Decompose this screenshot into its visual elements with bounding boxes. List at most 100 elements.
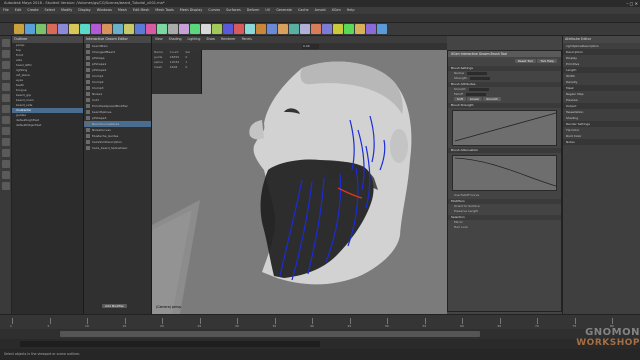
menu-item[interactable]: XGen [332,8,341,12]
shelf-tool-icon[interactable] [36,24,46,34]
strength-curve[interactable] [452,110,557,146]
shelf-tool-icon[interactable] [234,24,244,34]
linear-button[interactable]: Linear [466,97,483,101]
timeline[interactable]: 1 5 10 15 20 25 30 35 40 45 50 55 60 65 70 75 80 [0,314,640,329]
menu-item[interactable]: Select [45,8,55,12]
tool-icon[interactable] [2,182,10,190]
strength-row[interactable]: Strength [448,76,561,81]
viewport-menu[interactable]: View Shading Lighting Show Renderer Panels [152,36,447,43]
preserve-length-row[interactable]: Preserve Length [448,209,561,214]
hair-lock-row[interactable]: Hair Lock [448,225,561,230]
shelf-tool-icon[interactable] [245,24,255,34]
menu-item[interactable]: Curves [208,8,220,12]
shelf-tool-icon[interactable] [289,24,299,34]
viewport-menu-item[interactable]: Panels [242,37,252,41]
shelf-tool-icon[interactable] [80,24,90,34]
viewport-menu-item[interactable]: Show [206,37,215,41]
viewport-menu-item[interactable]: Renderer [221,37,236,41]
tool-icon[interactable] [2,127,10,135]
viewport[interactable]: View Shading Lighting Show Renderer Panels 0.… [152,36,447,314]
menu-item[interactable]: Deform [247,8,260,12]
shelf-tool-icon[interactable] [223,24,233,34]
shelf-tool-icon[interactable] [311,24,321,34]
command-line[interactable] [0,339,640,349]
shelf-tool-icon[interactable] [179,24,189,34]
menu-item[interactable]: Edit Mesh [133,8,150,12]
shelf-tool-icon[interactable] [113,24,123,34]
shelf-tool-icon[interactable] [366,24,376,34]
menu-item[interactable]: Generate [276,8,292,12]
smooth-field[interactable] [468,87,489,91]
shelf-tool-icon[interactable] [135,24,145,34]
shelf-tool-icon[interactable] [256,24,266,34]
range-bar[interactable] [60,331,480,337]
section-brush-attenuation[interactable]: Brush Attenuation [448,148,561,153]
section-brush-strength[interactable]: Brush Strength [448,103,561,108]
shelf-tool-icon[interactable] [25,24,35,34]
tool-icon[interactable] [2,116,10,124]
shelf-tool-icon[interactable] [333,24,343,34]
tool-icon[interactable] [2,72,10,80]
shelf-tabs[interactable] [0,14,640,23]
shelf-tool-icon[interactable] [190,24,200,34]
range-slider[interactable] [0,329,640,339]
radius-field[interactable] [467,71,488,75]
reset-tool-button[interactable]: Reset Tool [514,59,537,63]
shelf-tool-icon[interactable] [157,24,167,34]
viewport-menu-item[interactable]: Lighting [188,37,201,41]
shelf-tool-icon[interactable] [91,24,101,34]
tool-icon[interactable] [2,61,10,69]
tool-icon[interactable] [2,50,10,58]
viewport-menu-item[interactable]: Shading [169,37,182,41]
shelf-tool-icon[interactable] [168,24,178,34]
falloff-presets[interactable]: Soft Linear Smooth [448,97,561,102]
shelf-tool-icon[interactable] [344,24,354,34]
menu-item[interactable]: UV [265,8,270,12]
menu-item[interactable]: Create [27,8,38,12]
menu-item[interactable]: Arnold [315,8,326,12]
main-menubar[interactable]: File Edit Create Select Modify Display Windows… [0,7,640,14]
shelf-tool-icon[interactable] [300,24,310,34]
tool-icon[interactable] [2,105,10,113]
tool-help-button[interactable]: Tool Help [537,59,557,63]
tool-icon[interactable] [2,160,10,168]
shelf-tool-icon[interactable] [69,24,79,34]
viewport-field[interactable]: 0.00 [302,44,319,49]
menu-item[interactable]: Help [347,8,355,12]
strength-field[interactable] [469,76,490,80]
soft-button[interactable]: Soft [454,97,466,101]
tool-icon[interactable] [2,138,10,146]
viewport-menu-item[interactable]: View [155,37,163,41]
window-controls[interactable]: – ▢ ✕ [618,0,638,7]
smooth-button[interactable]: Smooth [483,97,501,101]
shelf-tool-icon[interactable] [322,24,332,34]
command-input[interactable] [20,341,320,347]
shelf-tool-icon[interactable] [278,24,288,34]
tool-icon[interactable] [2,39,10,47]
menu-item[interactable]: Cache [298,8,309,12]
tool-icon[interactable] [2,171,10,179]
menu-item[interactable]: Edit [15,8,22,12]
falloff-field[interactable] [465,92,486,96]
outliner-item[interactable]: defaultObjectSet [12,123,83,128]
menu-item[interactable]: Mesh Tools [155,8,173,12]
shelf-tool-icon[interactable] [124,24,134,34]
shelf-tool-icon[interactable] [201,24,211,34]
menu-item[interactable]: Display [78,8,91,12]
shelf-tool-icon[interactable] [146,24,156,34]
add-modifier-button[interactable]: Add Modifier [102,303,127,308]
attenuation-curve[interactable] [452,155,557,191]
tool-icon[interactable] [2,149,10,157]
shelf-tool-icon[interactable] [14,24,24,34]
menu-item[interactable]: Modify [61,8,72,12]
viewport-icon-bar[interactable]: 0.00 [152,43,447,50]
menu-item[interactable]: File [3,8,9,12]
shelf-tool-icon[interactable] [212,24,222,34]
menu-item[interactable]: Mesh Display [180,8,203,12]
attr-row[interactable]: Notes [563,139,640,145]
shelf-tool-icon[interactable] [377,24,387,34]
shelf-tool-icon[interactable] [47,24,57,34]
menu-item[interactable]: Mesh [118,8,127,12]
tool-icon[interactable] [2,94,10,102]
shelf-tool-icon[interactable] [355,24,365,34]
